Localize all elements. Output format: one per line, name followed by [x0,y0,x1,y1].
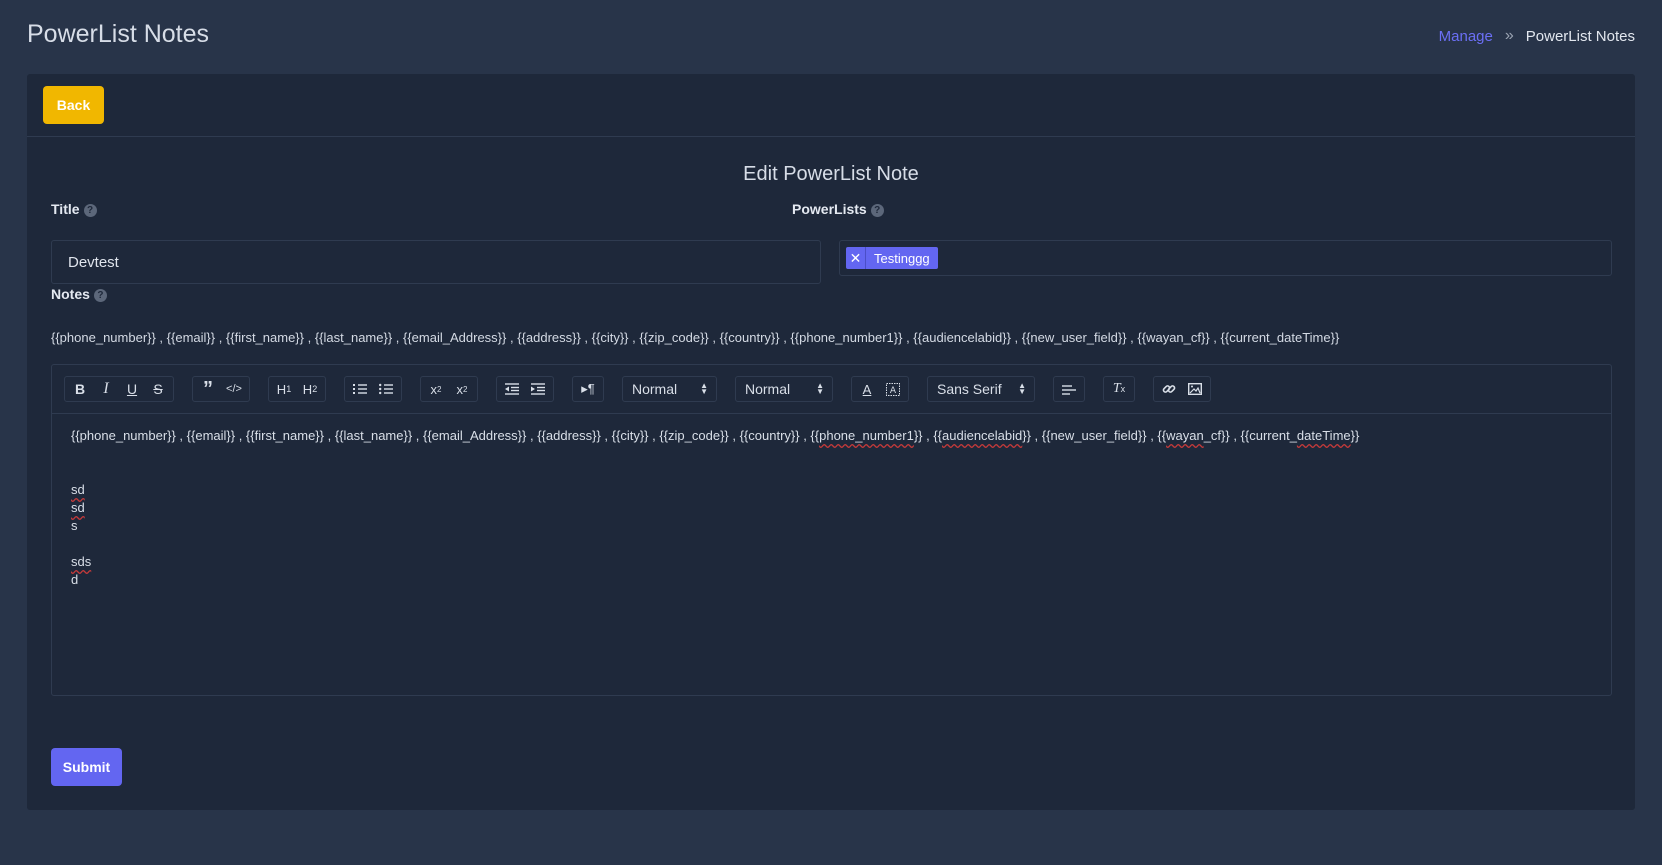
editor-content[interactable]: {{phone_number}} , {{email}} , {{first_n… [52,414,1611,589]
select-arrows-icon: ▲ ▼ [816,381,824,396]
clean-group: Tx [1103,376,1135,402]
breadcrumb: Manage » PowerList Notes [1439,27,1635,45]
background-icon[interactable]: A [880,377,906,401]
h2-icon[interactable]: H2 [297,377,323,401]
editor-line: d [71,572,79,587]
blockquote-icon[interactable]: ” [195,377,221,401]
help-icon[interactable]: ? [93,289,107,302]
page-title: PowerList Notes [27,20,210,48]
powerlists-label-text: PowerLists [792,201,867,217]
notes-label-text: Notes [51,286,90,302]
align-group [1053,376,1085,402]
title-label-text: Title [51,201,80,217]
underline-icon[interactable]: U [119,377,145,401]
powerlists-select[interactable]: ✕ Testinggg [839,240,1612,276]
card-header: Back [27,74,1635,137]
editor-line: sd [71,482,85,497]
placeholder-variables: {{phone_number}} , {{email}} , {{first_n… [51,330,1340,345]
format-group: B I U S [64,376,174,402]
notes-label: Notes ? [51,286,107,302]
indent-group [496,376,554,402]
media-group [1153,376,1211,402]
editor-line: {{phone_number}} , {{email}} , {{first_n… [71,428,1360,443]
powerlist-tag: ✕ Testinggg [846,247,938,269]
block-group: ” </> [192,376,250,402]
header-select[interactable]: Normal ▲ ▼ [622,376,717,402]
help-icon[interactable]: ? [83,204,97,217]
form-title: Edit PowerList Note [743,163,919,185]
image-icon[interactable] [1182,377,1208,401]
edit-note-card: Back Edit PowerList Note Title ? Devtest… [27,74,1635,810]
title-input-value: Devtest [68,253,119,271]
rich-text-editor: B I U S ” </> H1 H2 x2 x 2 ▸¶ Normal ▲ ▼… [51,364,1612,696]
select-arrows-icon: ▲ ▼ [1018,381,1026,396]
list-group [344,376,402,402]
strike-icon[interactable]: S [145,377,171,401]
submit-button[interactable]: Submit [51,748,122,786]
font-select[interactable]: Sans Serif ▲ ▼ [927,376,1035,402]
select-arrows-icon: ▲ ▼ [700,381,708,396]
h1-icon[interactable]: H1 [271,377,297,401]
remove-tag-icon[interactable]: ✕ [846,247,866,269]
superscript-icon[interactable]: x2 [449,377,475,401]
outdent-icon[interactable] [499,377,525,401]
heading-group: H1 H2 [268,376,326,402]
rtl-icon[interactable]: ▸¶ [575,377,601,401]
title-label: Title ? [51,201,97,217]
back-button[interactable]: Back [43,86,104,124]
clean-icon[interactable]: Tx [1106,377,1132,401]
link-icon[interactable] [1156,377,1182,401]
editor-toolbar: B I U S ” </> H1 H2 x2 x 2 ▸¶ Normal ▲ ▼… [52,365,1611,414]
size-select[interactable]: Normal ▲ ▼ [735,376,833,402]
italic-icon[interactable]: I [93,377,119,401]
script-group: x2 x2 [420,376,478,402]
breadcrumb-separator: » [1504,27,1514,44]
direction-group: ▸¶ [572,376,604,402]
indent-icon[interactable] [525,377,551,401]
svg-text:A: A [890,386,897,396]
breadcrumb-manage-link[interactable]: Manage [1439,28,1493,45]
size-select-value: Normal [745,381,791,397]
title-input[interactable]: Devtest [51,240,821,284]
bold-icon[interactable]: B [67,377,93,401]
color-group: A A [851,376,909,402]
header-select-value: Normal [632,381,678,397]
subscript-icon[interactable]: x2 [423,377,449,401]
align-icon[interactable] [1056,377,1082,401]
color-icon[interactable]: A [854,377,880,401]
powerlists-label: PowerLists ? [792,201,884,217]
powerlist-tag-label: Testinggg [874,250,930,266]
editor-line: s [71,518,78,533]
code-block-icon[interactable]: </> [221,377,247,401]
bullet-list-icon[interactable] [373,377,399,401]
breadcrumb-current: PowerList Notes [1525,27,1635,45]
ordered-list-icon[interactable] [347,377,373,401]
editor-line: sd [71,500,85,515]
help-icon[interactable]: ? [870,204,884,217]
font-select-value: Sans Serif [937,381,1002,397]
editor-line: sds [71,554,92,569]
